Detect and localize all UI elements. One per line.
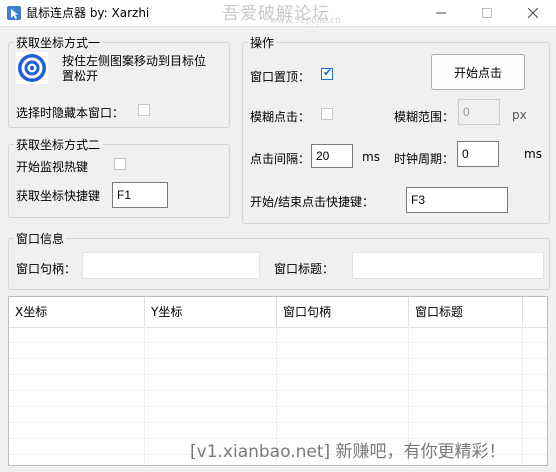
click-interval-label: 点击间隔： [250, 152, 311, 166]
operations-title: 操作 [248, 34, 277, 51]
table-row [9, 343, 547, 359]
monitor-hotkey-checkbox[interactable] [114, 158, 126, 170]
clock-period-label: 时钟周期： [394, 152, 455, 166]
table-header: X坐标 Y坐标 窗口句柄 窗口标题 [9, 297, 547, 328]
table-row [9, 407, 547, 423]
maximize-button[interactable] [464, 0, 510, 26]
minimize-icon [436, 12, 446, 14]
fuzzy-range-unit: px [512, 108, 527, 122]
crosshair-target-icon[interactable] [16, 52, 48, 84]
table-row [9, 375, 547, 391]
close-icon [528, 8, 538, 18]
coord-method2-title: 获取坐标方式二 [14, 136, 103, 153]
start-stop-hotkey-input[interactable] [406, 187, 508, 213]
fuzzy-click-label: 模糊点击： [250, 110, 311, 124]
table-row [9, 359, 547, 375]
clock-period-input[interactable] [457, 141, 499, 167]
click-interval-input[interactable] [311, 144, 353, 168]
window-info-title: 窗口信息 [14, 230, 67, 247]
footer-watermark: [v1.xianbao.net] 新赚吧，有你更精彩！ [190, 442, 506, 462]
topmost-label: 窗口置顶： [250, 70, 311, 84]
hide-window-label: 选择时隐藏本窗口： [16, 106, 125, 120]
click-interval-unit: ms [362, 150, 380, 164]
drag-instruction: 按住左侧图案移动到目标位置松开 [62, 54, 207, 83]
coord-hotkey-label: 获取坐标快捷键 [16, 189, 101, 203]
maximize-icon [482, 8, 492, 18]
minimize-button[interactable] [418, 0, 464, 26]
window-caption-input[interactable] [352, 252, 544, 279]
coord-method1-title: 获取坐标方式一 [14, 34, 103, 51]
watermark-url: www.52pojie.cn [270, 16, 341, 26]
column-header-caption[interactable]: 窗口标题 [409, 297, 523, 327]
topmost-checkbox[interactable] [321, 66, 333, 80]
window-handle-label: 窗口句柄： [16, 262, 77, 276]
column-header-handle[interactable]: 窗口句柄 [277, 297, 409, 327]
app-icon [7, 6, 21, 20]
close-button[interactable] [510, 0, 556, 26]
start-click-button[interactable]: 开始点击 [431, 54, 525, 90]
fuzzy-range-label: 模糊范围： [394, 110, 455, 124]
column-header-y[interactable]: Y坐标 [145, 297, 277, 327]
title-bar[interactable]: 鼠标连点器 by: Xarzhi 吾爱破解论坛 www.52pojie.cn [0, 0, 556, 27]
table-row [9, 391, 547, 407]
fuzzy-click-checkbox[interactable] [321, 108, 333, 120]
start-click-label: 开始点击 [453, 65, 502, 80]
coord-hotkey-input[interactable] [112, 182, 168, 208]
window-handle-input[interactable] [82, 252, 260, 279]
window-caption-label: 窗口标题： [274, 262, 335, 276]
fuzzy-range-input[interactable] [458, 99, 500, 125]
clock-period-unit: ms [524, 147, 542, 161]
column-header-x[interactable]: X坐标 [9, 297, 145, 327]
start-stop-hotkey-label: 开始/结束点击快捷键： [250, 195, 375, 209]
monitor-hotkey-label: 开始监视热键 [16, 160, 89, 174]
window-title: 鼠标连点器 by: Xarzhi [26, 6, 150, 20]
hide-window-checkbox[interactable] [138, 104, 150, 116]
table-row [9, 327, 547, 343]
